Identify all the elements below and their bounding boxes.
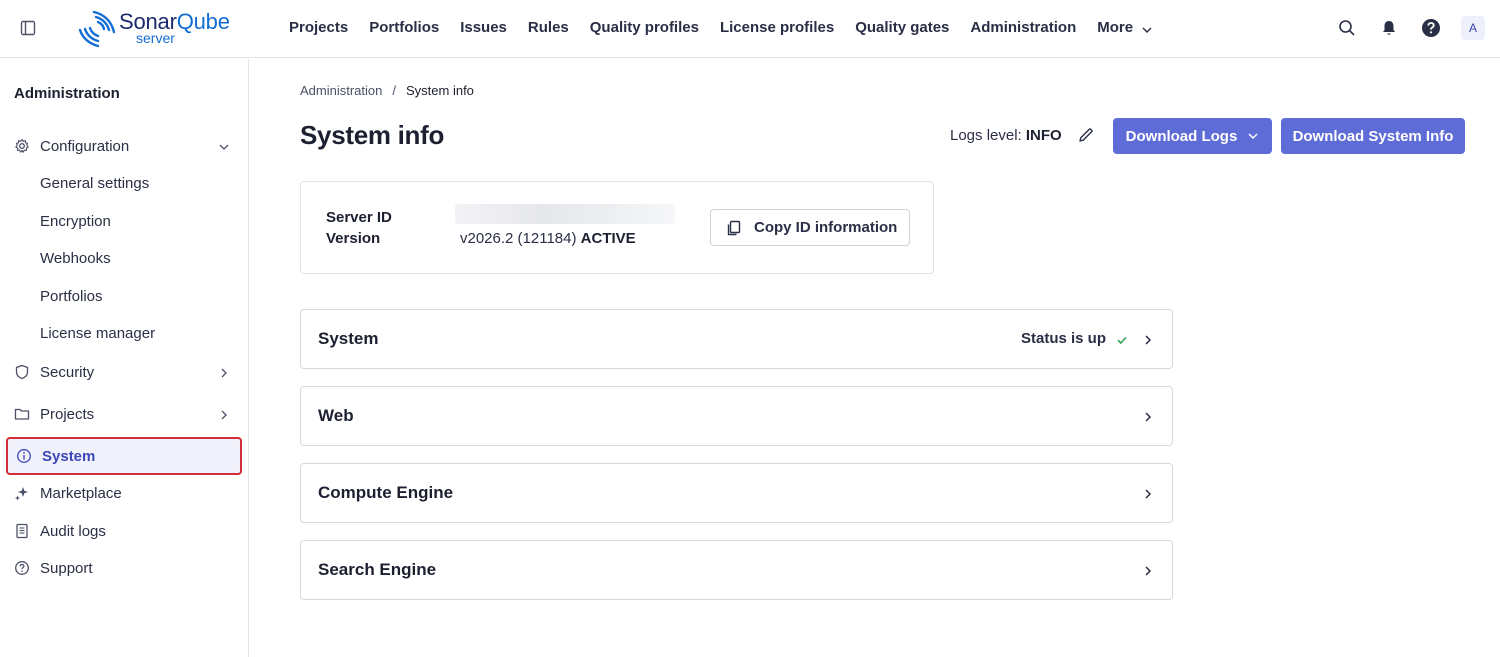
page-title: System info (300, 120, 445, 150)
chevron-right-icon (1142, 487, 1154, 499)
section-title: System (318, 329, 379, 348)
breadcrumb-parent[interactable]: Administration (300, 83, 382, 98)
chevron-right-icon (218, 366, 230, 378)
chevron-down-icon (1247, 130, 1259, 142)
section-title: Search Engine (318, 560, 437, 579)
sidebar-item-label: Projects (40, 405, 95, 423)
sidebar-sub-license-manager[interactable]: License manager (40, 324, 155, 344)
version-label: Version (326, 230, 381, 247)
sidebar-item-configuration[interactable]: Configuration (6, 128, 242, 164)
nav-portfolios[interactable]: Portfolios (369, 18, 439, 38)
chevron-right-icon (218, 408, 230, 420)
nav-more[interactable]: More (1097, 18, 1153, 38)
section-compute-engine[interactable]: Compute Engine (300, 463, 1173, 523)
sidebar-item-label: Security (40, 363, 95, 381)
nav-quality-gates[interactable]: Quality gates (855, 18, 949, 38)
sidebar-item-audit-logs[interactable]: Audit logs (6, 513, 242, 549)
help-icon[interactable] (1421, 18, 1441, 38)
main-nav: Projects Portfolios Issues Rules Quality… (289, 18, 1174, 38)
admin-sidebar: Administration Configuration General set… (0, 59, 249, 657)
version-status: ACTIVE (580, 230, 636, 247)
breadcrumb-separator: / (392, 83, 396, 98)
sidebar-item-label: Support (40, 559, 93, 577)
sidebar-sub-general-settings[interactable]: General settings (40, 174, 149, 194)
nav-license-profiles[interactable]: License profiles (720, 18, 834, 38)
section-title: Web (318, 406, 354, 425)
nav-administration[interactable]: Administration (970, 18, 1076, 38)
edit-logs-level-button[interactable] (1076, 127, 1096, 147)
folder-icon (14, 406, 30, 422)
chevron-right-icon (1142, 333, 1154, 345)
chevron-down-icon (1141, 22, 1153, 34)
server-info-card: Server ID Version v2026.2 (121184) ACTIV… (300, 181, 934, 274)
brand-subtitle: server (136, 30, 175, 46)
section-web[interactable]: Web (300, 386, 1173, 446)
check-icon (1116, 333, 1128, 345)
search-icon[interactable] (1337, 18, 1357, 38)
server-id-label: Server ID (326, 209, 392, 226)
logs-level: Logs level: INFO (950, 127, 1062, 144)
copy-id-information-button[interactable]: Copy ID information (710, 209, 910, 246)
section-system[interactable]: System Status is up (300, 309, 1173, 369)
sidebar-item-label: Marketplace (40, 484, 122, 502)
nav-rules[interactable]: Rules (528, 18, 569, 38)
sparkle-icon (14, 485, 30, 501)
status-text: Status is up (1020, 330, 1106, 347)
sidebar-item-label: Configuration (40, 137, 130, 155)
logs-level-label: Logs level: (950, 127, 1022, 144)
sidebar-item-projects[interactable]: Projects (6, 396, 242, 432)
copy-icon (725, 219, 743, 237)
logs-level-value: INFO (1025, 127, 1062, 144)
sidebar-item-security[interactable]: Security (6, 354, 242, 390)
breadcrumb: Administration / System info (300, 83, 474, 98)
info-icon (16, 448, 32, 464)
sidebar-toggle-icon[interactable] (20, 20, 36, 36)
sidebar-item-label: Audit logs (40, 522, 106, 540)
sonar-waves-icon (76, 8, 118, 48)
download-logs-label: Download Logs (1125, 127, 1238, 145)
document-icon (14, 523, 30, 539)
avatar[interactable]: A (1461, 16, 1485, 40)
nav-more-label: More (1097, 19, 1134, 36)
top-bar: SonarQube server Projects Portfolios Iss… (0, 0, 1500, 58)
section-title: Compute Engine (318, 483, 454, 502)
breadcrumb-current: System info (406, 83, 474, 98)
sidebar-title: Administration (14, 85, 120, 102)
gear-icon (14, 138, 30, 154)
sidebar-item-marketplace[interactable]: Marketplace (6, 475, 242, 511)
nav-issues[interactable]: Issues (460, 18, 507, 38)
server-id-value-redacted (455, 204, 675, 224)
sonarqube-logo[interactable]: SonarQube server (76, 8, 246, 48)
download-logs-button[interactable]: Download Logs (1113, 118, 1272, 154)
sidebar-sub-webhooks[interactable]: Webhooks (40, 249, 111, 269)
sidebar-item-label: System (42, 447, 96, 465)
download-system-info-button[interactable]: Download System Info (1281, 118, 1465, 154)
version-number: v2026.2 (121184) (460, 230, 577, 247)
pencil-icon (1077, 126, 1095, 149)
sidebar-sub-portfolios[interactable]: Portfolios (40, 287, 103, 307)
sidebar-item-support[interactable]: Support (6, 550, 242, 586)
question-icon (14, 560, 30, 576)
nav-quality-profiles[interactable]: Quality profiles (590, 18, 699, 38)
chevron-right-icon (1142, 410, 1154, 422)
chevron-right-icon (1142, 564, 1154, 576)
nav-projects[interactable]: Projects (289, 18, 348, 38)
shield-icon (14, 364, 30, 380)
copy-id-label: Copy ID information (754, 219, 898, 236)
sidebar-sub-encryption[interactable]: Encryption (40, 212, 111, 232)
sidebar-item-system[interactable]: System (6, 437, 242, 475)
chevron-down-icon (218, 140, 230, 152)
section-search-engine[interactable]: Search Engine (300, 540, 1173, 600)
bell-icon[interactable] (1379, 18, 1399, 38)
version-value: v2026.2 (121184) ACTIVE (460, 230, 636, 247)
